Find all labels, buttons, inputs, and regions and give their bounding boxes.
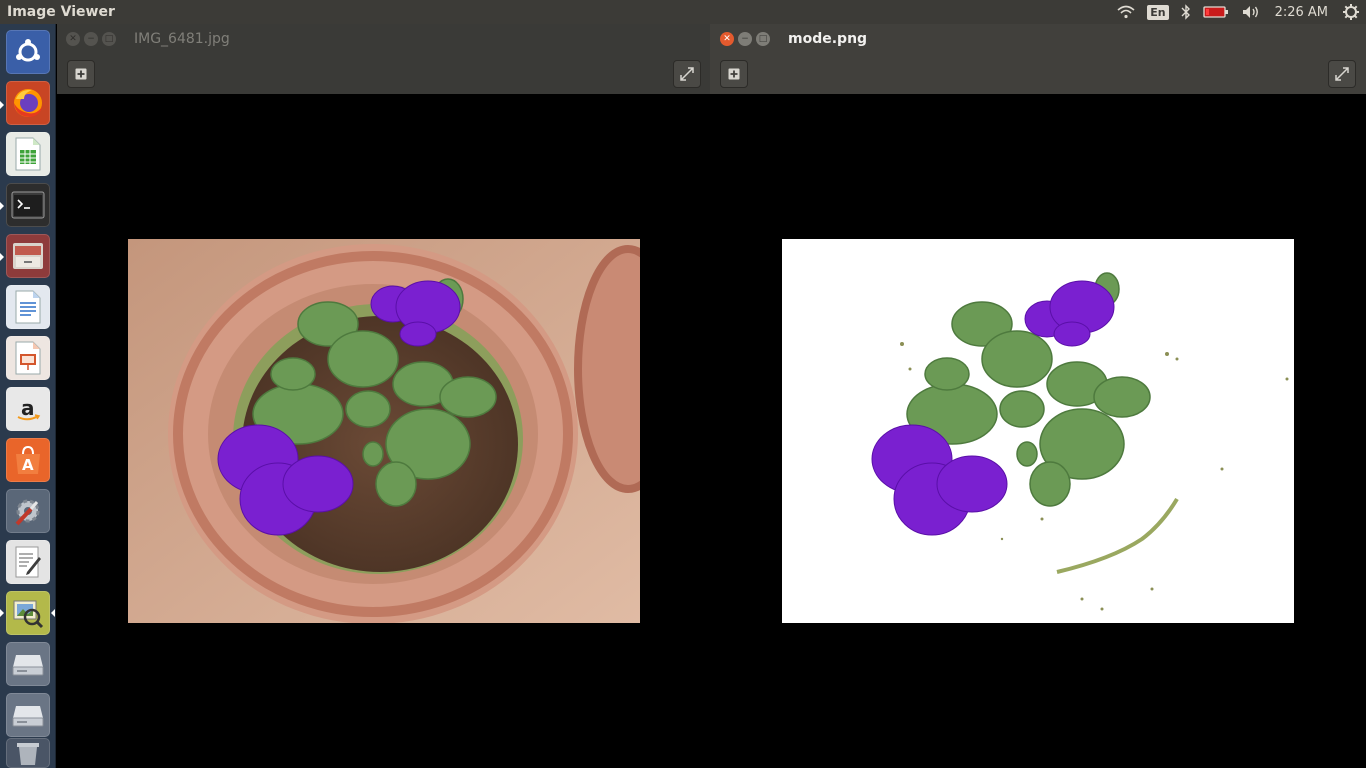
top-panel: Image Viewer En 2:26 AM [0, 0, 1366, 24]
fullscreen-icon [680, 67, 694, 81]
plus-icon [75, 68, 87, 80]
launcher-file-manager[interactable] [6, 234, 50, 278]
image-canvas-right[interactable] [710, 94, 1366, 768]
launcher-libreoffice-calc[interactable] [6, 132, 50, 176]
system-gear-icon[interactable] [1342, 0, 1360, 24]
plus-icon [728, 68, 740, 80]
close-icon[interactable]: ✕ [720, 32, 734, 46]
hard-drive-icon [12, 655, 44, 676]
focused-indicator [51, 609, 55, 617]
bluetooth-icon[interactable] [1181, 0, 1191, 24]
add-image-button[interactable] [720, 60, 748, 88]
minimize-icon[interactable]: − [738, 32, 752, 46]
launcher-trash[interactable] [6, 738, 50, 768]
image-canvas-left[interactable] [57, 94, 710, 768]
window-title: mode.png [788, 31, 868, 47]
settings-wrench-icon [15, 499, 40, 526]
active-app-title: Image Viewer [7, 4, 115, 20]
clock[interactable]: 2:26 AM [1275, 5, 1328, 20]
launcher-amazon[interactable]: a [6, 387, 50, 431]
photo-flower-pot [128, 239, 640, 623]
image-viewer-icon [13, 600, 44, 629]
window-img-6481: ✕ − □ IMG_6481.jpg [57, 24, 710, 94]
ubuntu-logo-icon [16, 39, 40, 62]
keyboard-layout-label: En [1147, 4, 1169, 20]
launcher-image-viewer[interactable] [6, 591, 50, 635]
text-editor-icon [15, 546, 41, 578]
terminal-icon [11, 191, 45, 219]
titlebar[interactable]: ✕ − □ mode.png [710, 24, 1366, 54]
window-title: IMG_6481.jpg [134, 31, 230, 47]
amazon-icon: a [17, 396, 41, 421]
running-indicator [0, 609, 4, 617]
indicator-area: En 2:26 AM [1111, 0, 1366, 24]
running-indicator [0, 101, 4, 109]
spreadsheet-icon [15, 137, 41, 171]
titlebar[interactable]: ✕ − □ IMG_6481.jpg [57, 24, 710, 54]
svg-text:A: A [22, 456, 34, 474]
launcher-ubuntu-software[interactable]: A [6, 438, 50, 482]
svg-text:a: a [21, 396, 35, 420]
fullscreen-button[interactable] [1328, 60, 1356, 88]
running-indicator [0, 202, 4, 210]
keyboard-layout-icon[interactable]: En [1147, 0, 1169, 24]
fullscreen-icon [1335, 67, 1349, 81]
launcher-firefox[interactable] [6, 81, 50, 125]
firefox-icon [14, 89, 42, 117]
launcher-drive[interactable] [6, 642, 50, 686]
launcher-terminal[interactable] [6, 183, 50, 227]
file-cabinet-icon [13, 243, 43, 269]
window-mode-png: ✕ − □ mode.png [710, 24, 1366, 94]
launcher-text-editor[interactable] [6, 540, 50, 584]
launcher-ubuntu-dash[interactable] [6, 30, 50, 74]
add-image-button[interactable] [67, 60, 95, 88]
software-bag-icon: A [16, 445, 40, 474]
trash-icon [17, 743, 39, 765]
running-indicator [0, 253, 4, 261]
launcher: a A [0, 24, 56, 768]
maximize-icon[interactable]: □ [102, 32, 116, 46]
document-icon [15, 290, 41, 324]
segmented-flower-image [782, 239, 1294, 623]
launcher-libreoffice-writer[interactable] [6, 285, 50, 329]
fullscreen-button[interactable] [673, 60, 701, 88]
close-icon[interactable]: ✕ [66, 32, 80, 46]
launcher-system-settings[interactable] [6, 489, 50, 533]
hard-drive-icon [12, 706, 44, 727]
launcher-libreoffice-impress[interactable] [6, 336, 50, 380]
volume-icon[interactable] [1241, 0, 1261, 24]
wifi-icon[interactable] [1117, 0, 1135, 24]
launcher-drive[interactable] [6, 693, 50, 737]
minimize-icon[interactable]: − [84, 32, 98, 46]
battery-icon[interactable] [1202, 0, 1229, 24]
presentation-icon [15, 341, 41, 375]
maximize-icon[interactable]: □ [756, 32, 770, 46]
